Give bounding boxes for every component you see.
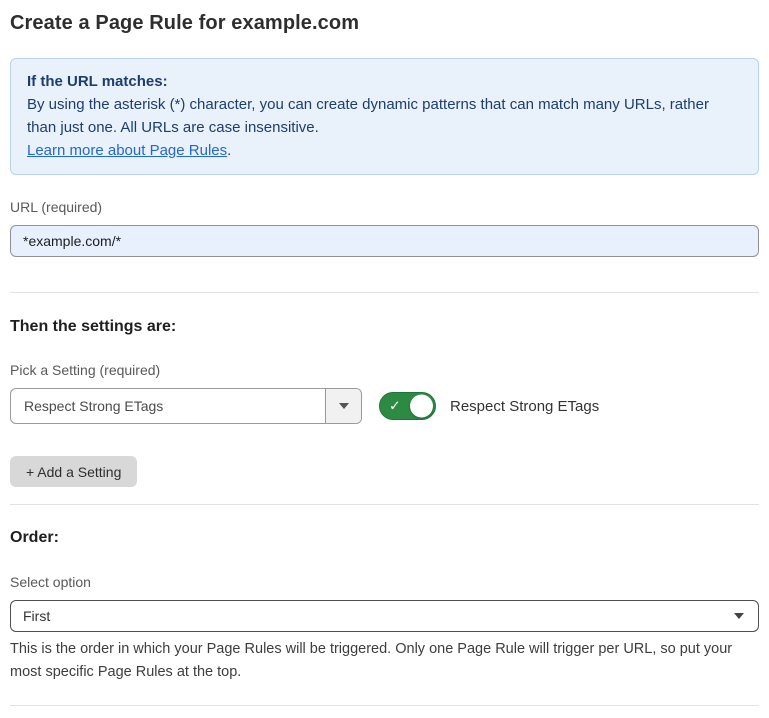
settings-section-heading: Then the settings are: — [10, 316, 759, 337]
link-period: . — [227, 142, 231, 159]
order-select-label: Select option — [10, 573, 759, 592]
info-box-heading: If the URL matches: — [27, 70, 742, 93]
order-select-value: First — [23, 608, 734, 624]
pick-setting-label: Pick a Setting (required) — [10, 361, 759, 380]
add-setting-button[interactable]: + Add a Setting — [10, 456, 137, 487]
url-match-info-box: If the URL matches: By using the asteris… — [10, 58, 759, 175]
order-section-heading: Order: — [10, 527, 759, 548]
create-page-rule-form: Create a Page Rule for example.com If th… — [0, 0, 769, 718]
setting-toggle-label: Respect Strong ETags — [450, 398, 599, 415]
setting-dropdown[interactable]: Respect Strong ETags — [10, 388, 362, 424]
learn-more-link[interactable]: Learn more about Page Rules — [27, 142, 227, 159]
divider — [10, 705, 759, 706]
toggle-knob — [410, 395, 433, 418]
caret-down-icon — [734, 613, 744, 619]
setting-dropdown-value: Respect Strong ETags — [11, 389, 325, 423]
caret-down-icon — [339, 403, 349, 409]
setting-row: Respect Strong ETags ✓ Respect Strong ET… — [10, 388, 759, 424]
url-input[interactable] — [10, 225, 759, 257]
divider — [10, 292, 759, 293]
divider — [10, 504, 759, 505]
checkmark-icon: ✓ — [389, 399, 401, 413]
setting-dropdown-arrow-button[interactable] — [325, 389, 361, 423]
order-select[interactable]: First — [10, 600, 759, 632]
info-box-body: By using the asterisk (*) character, you… — [27, 93, 742, 139]
info-box-link-line: Learn more about Page Rules. — [27, 139, 742, 162]
order-help-text: This is the order in which your Page Rul… — [10, 638, 759, 684]
url-field-label: URL (required) — [10, 198, 759, 217]
setting-toggle[interactable]: ✓ — [379, 392, 436, 420]
page-title: Create a Page Rule for example.com — [10, 10, 759, 36]
